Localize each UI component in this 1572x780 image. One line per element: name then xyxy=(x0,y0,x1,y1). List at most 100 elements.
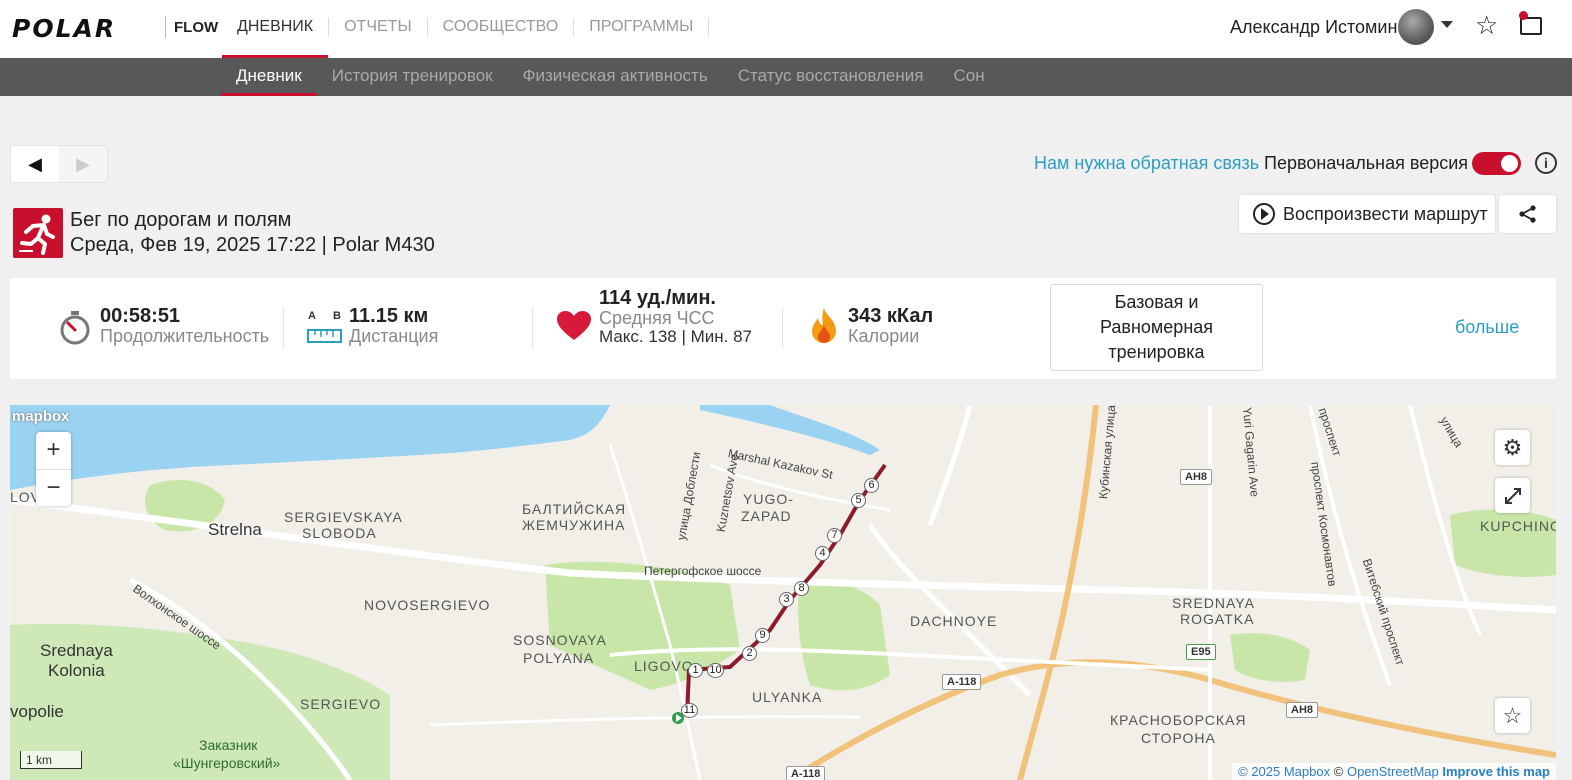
more-link[interactable]: больше xyxy=(1455,317,1519,338)
training-benefit-line2: Равномерная xyxy=(1099,317,1214,337)
ruler-icon xyxy=(307,329,342,343)
sub-navigation-bar: Дневник История тренировок Физическая ак… xyxy=(0,58,1572,96)
expand-icon xyxy=(1504,487,1521,504)
km-marker[interactable]: 1 xyxy=(688,663,703,678)
stat-divider xyxy=(532,308,533,348)
map-label: vopolie xyxy=(10,702,64,721)
map-label: ZAPAD xyxy=(741,508,792,524)
map-label: LIGOVO xyxy=(634,658,694,674)
improve-map-link[interactable]: Improve this map xyxy=(1442,764,1550,779)
nav-divider xyxy=(708,18,710,36)
main-nav: ДНЕВНИК ОТЧЕТЫ СООБЩЕСТВО ПРОГРАММЫ xyxy=(222,0,710,58)
flow-label: FLOW xyxy=(174,19,219,36)
notification-badge xyxy=(1519,11,1528,20)
subnav-sleep[interactable]: Сон xyxy=(938,58,999,96)
map-label: SREDNAYA xyxy=(1172,595,1255,611)
map-label: «Шунгеровский» xyxy=(173,755,281,771)
km-marker[interactable]: 11 xyxy=(681,703,698,718)
calories-label: Калории xyxy=(848,326,920,346)
user-name[interactable]: Александр Истомин xyxy=(1230,17,1397,38)
nav-reports[interactable]: ОТЧЕТЫ xyxy=(329,0,427,58)
subnav-recovery[interactable]: Статус восстановления xyxy=(723,58,939,96)
session-pager: ◀ ▶ xyxy=(10,145,108,183)
training-benefit-line3: тренировка xyxy=(1108,342,1205,362)
original-version-label: Первоначальная версия xyxy=(1264,153,1469,173)
heart-rate-label: Средняя ЧСС xyxy=(599,308,715,328)
share-button[interactable] xyxy=(1499,195,1556,233)
play-route-label: Воспроизвести маршрут xyxy=(1283,203,1488,224)
map-label: SOSNOVAYA xyxy=(513,632,607,648)
subnav-activity[interactable]: Физическая активность xyxy=(508,58,723,96)
polar-logo[interactable]: POLAR xyxy=(12,14,116,43)
km-marker[interactable]: 2 xyxy=(742,646,757,661)
gear-icon: ⚙ xyxy=(1502,434,1523,460)
chevron-down-icon[interactable] xyxy=(1441,21,1453,28)
play-route-button[interactable]: Воспроизвести маршрут xyxy=(1239,195,1495,233)
osm-copyright: © xyxy=(1333,764,1344,779)
mapbox-logo[interactable]: mapbox xyxy=(12,408,70,425)
distance-value: 11.15 км xyxy=(349,305,429,327)
training-benefit-box[interactable]: Базовая и Равномерная тренировка xyxy=(1050,284,1263,371)
star-icon: ☆ xyxy=(1502,702,1523,728)
km-marker[interactable]: 3 xyxy=(779,592,794,607)
osm-attribution-link[interactable]: OpenStreetMap xyxy=(1347,764,1439,779)
sport-title: Бег по дорогам и полям xyxy=(70,209,292,231)
favorite-route-button[interactable]: ☆ xyxy=(1495,698,1530,733)
distance-label: Дистанция xyxy=(349,326,439,346)
nav-diary[interactable]: ДНЕВНИК xyxy=(222,0,329,58)
km-marker[interactable]: 10 xyxy=(707,663,724,678)
info-icon[interactable]: i xyxy=(1535,152,1557,174)
km-marker[interactable]: 5 xyxy=(851,493,866,508)
avatar[interactable] xyxy=(1398,9,1434,45)
session-summary: 00:58:51 Продолжительность A B 11.15 км … xyxy=(10,278,1556,379)
stat-divider xyxy=(782,308,783,348)
km-marker[interactable]: 7 xyxy=(827,528,842,543)
play-icon xyxy=(1253,203,1275,225)
map-label: ЖЕМЧУЖИНА xyxy=(522,517,626,533)
km-marker[interactable]: 6 xyxy=(864,478,879,493)
subnav-training-history[interactable]: История тренировок xyxy=(317,58,508,96)
map-label: DACHNOYE xyxy=(910,613,998,629)
map-label: KUPCHINO xyxy=(1480,518,1556,534)
nav-programs[interactable]: ПРОГРАММЫ xyxy=(574,0,708,58)
road-shield: E95 xyxy=(1186,644,1216,660)
map-label: Петергофское шоссе xyxy=(644,564,762,578)
subnav-diary[interactable]: Дневник xyxy=(221,58,317,96)
fullscreen-button[interactable] xyxy=(1495,478,1530,513)
map-label: ROGATKA xyxy=(1180,611,1255,627)
map-scale: 1 km xyxy=(20,751,82,769)
map-label: SERGIEVO xyxy=(300,696,382,712)
mapbox-attribution-link[interactable]: © 2025 Mapbox xyxy=(1238,764,1330,779)
calories-value: 343 кКал xyxy=(848,305,934,327)
heart-rate-max-min: Макс. 138 | Мин. 87 xyxy=(599,327,753,346)
zoom-out-button[interactable]: − xyxy=(36,469,71,506)
map-label: Strelna xyxy=(208,520,262,539)
logo-divider xyxy=(165,16,166,38)
km-marker[interactable]: 8 xyxy=(794,581,809,596)
toggle-knob xyxy=(1501,155,1518,172)
route-map[interactable]: mapbox Strelna SERGIEVSKAYA SLOBODA БАЛТ… xyxy=(10,405,1556,780)
distance-marker-b: B xyxy=(333,310,341,322)
previous-session-button[interactable]: ◀ xyxy=(11,146,59,182)
map-label: YUGO- xyxy=(743,491,794,507)
feedback-link[interactable]: Нам нужна обратная связь xyxy=(1034,153,1259,174)
km-marker[interactable]: 4 xyxy=(815,546,830,561)
top-navigation-bar: POLAR FLOW ДНЕВНИК ОТЧЕТЫ СООБЩЕСТВО ПРО… xyxy=(0,0,1572,58)
nav-community[interactable]: СООБЩЕСТВО xyxy=(428,0,574,58)
road-shield: A-118 xyxy=(942,674,982,690)
map-label: БАЛТИЙСКАЯ xyxy=(522,501,627,517)
road-shield: AH8 xyxy=(1286,702,1319,718)
map-settings-button[interactable]: ⚙ xyxy=(1495,430,1530,465)
km-marker[interactable]: 9 xyxy=(755,628,770,643)
road-shield: A-118 xyxy=(786,766,826,780)
original-version-toggle[interactable] xyxy=(1472,152,1521,175)
next-session-button[interactable]: ▶ xyxy=(59,146,107,182)
map-attribution: © 2025 Mapbox © OpenStreetMap Improve th… xyxy=(1232,763,1556,780)
map-label: Srednaya xyxy=(40,641,113,660)
zoom-in-button[interactable]: + xyxy=(36,432,71,469)
stat-divider xyxy=(283,308,284,348)
star-icon[interactable]: ☆ xyxy=(1475,10,1498,41)
flame-icon xyxy=(812,308,836,343)
sub-nav: Дневник История тренировок Физическая ак… xyxy=(221,58,1000,96)
heart-rate-value: 114 уд./мин. xyxy=(599,287,716,309)
